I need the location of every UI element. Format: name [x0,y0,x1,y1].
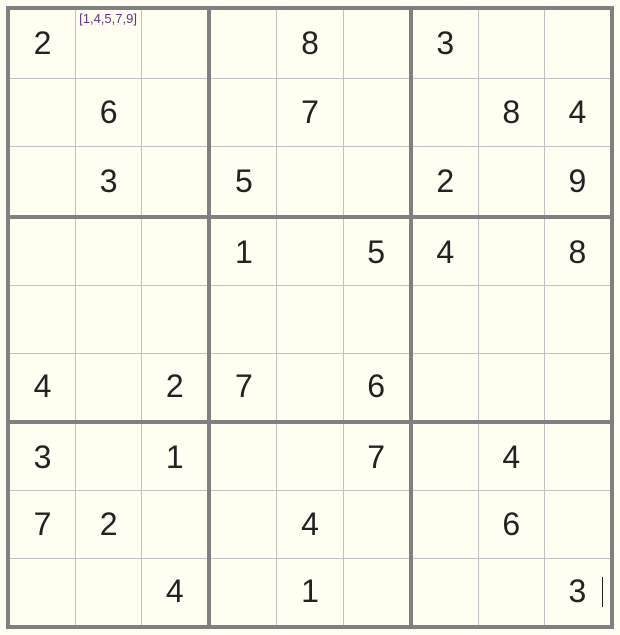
cell-6-1[interactable] [76,424,141,490]
cell-6-6[interactable] [413,424,478,490]
cell-3-3[interactable]: 1 [211,219,276,285]
cell-3-2[interactable] [142,219,207,285]
cell-1-1[interactable]: 6 [76,79,141,147]
cell-6-0[interactable]: 3 [10,424,75,490]
cell-4-5[interactable] [344,286,409,352]
cell-5-5[interactable]: 6 [344,354,409,420]
cell-7-5[interactable] [344,491,409,557]
box-1-2: 4 8 [413,219,610,420]
cell-3-0[interactable] [10,219,75,285]
cell-5-3[interactable]: 7 [211,354,276,420]
cell-4-3[interactable] [211,286,276,352]
cell-8-4[interactable]: 1 [277,559,342,625]
cell-7-1[interactable]: 2 [76,491,141,557]
band-2: 3 1 7 2 4 7 4 1 4 6 [10,424,610,625]
cell-1-8[interactable]: 4 [545,79,610,147]
band-0: 2 [1,4,5,7,9] 6 3 8 7 5 3 8 [10,10,610,215]
cell-3-1[interactable] [76,219,141,285]
cell-1-3[interactable] [211,79,276,147]
cell-3-8[interactable]: 8 [545,219,610,285]
cell-2-4[interactable] [277,147,342,215]
cell-4-2[interactable] [142,286,207,352]
cell-7-0[interactable]: 7 [10,491,75,557]
cell-6-8[interactable] [545,424,610,490]
cell-5-2[interactable]: 2 [142,354,207,420]
cell-4-0[interactable] [10,286,75,352]
cell-2-1[interactable]: 3 [76,147,141,215]
cell-6-7[interactable]: 4 [479,424,544,490]
cell-7-4[interactable]: 4 [277,491,342,557]
cell-7-3[interactable] [211,491,276,557]
cell-0-4[interactable]: 8 [277,10,342,78]
cell-2-2[interactable] [142,147,207,215]
cell-5-1[interactable] [76,354,141,420]
cell-7-6[interactable] [413,491,478,557]
cell-2-7[interactable] [479,147,544,215]
cell-8-2[interactable]: 4 [142,559,207,625]
cell-0-8[interactable] [545,10,610,78]
cell-1-6[interactable] [413,79,478,147]
cell-0-7[interactable] [479,10,544,78]
cell-0-3[interactable] [211,10,276,78]
cell-7-2[interactable] [142,491,207,557]
box-0-0: 2 [1,4,5,7,9] 6 3 [10,10,207,215]
cell-6-2[interactable]: 1 [142,424,207,490]
box-0-2: 3 8 4 2 9 [413,10,610,215]
cell-0-5[interactable] [344,10,409,78]
cell-0-0[interactable]: 2 [10,10,75,78]
cell-0-6[interactable]: 3 [413,10,478,78]
cell-2-8[interactable]: 9 [545,147,610,215]
cell-1-2[interactable] [142,79,207,147]
cell-1-5[interactable] [344,79,409,147]
cell-4-4[interactable] [277,286,342,352]
cell-7-8[interactable] [545,491,610,557]
box-2-0: 3 1 7 2 4 [10,424,207,625]
cell-7-7[interactable]: 6 [479,491,544,557]
box-2-2: 4 6 3 [413,424,610,625]
cell-8-8[interactable]: 3 [545,559,610,625]
cell-3-6[interactable]: 4 [413,219,478,285]
cell-2-3[interactable]: 5 [211,147,276,215]
cell-2-5[interactable] [344,147,409,215]
cell-2-0[interactable] [10,147,75,215]
cell-5-4[interactable] [277,354,342,420]
box-1-1: 1 5 7 6 [211,219,408,420]
cell-8-7[interactable] [479,559,544,625]
cell-3-7[interactable] [479,219,544,285]
cell-4-7[interactable] [479,286,544,352]
cell-5-0[interactable]: 4 [10,354,75,420]
cell-4-1[interactable] [76,286,141,352]
cell-6-3[interactable] [211,424,276,490]
cell-5-8[interactable] [545,354,610,420]
cell-6-5[interactable]: 7 [344,424,409,490]
cell-5-7[interactable] [479,354,544,420]
cell-6-4[interactable] [277,424,342,490]
cell-8-5[interactable] [344,559,409,625]
cell-0-1[interactable]: [1,4,5,7,9] [76,10,141,78]
box-0-1: 8 7 5 [211,10,408,215]
box-1-0: 4 2 [10,219,207,420]
cell-8-6[interactable] [413,559,478,625]
cell-3-5[interactable]: 5 [344,219,409,285]
cell-1-7[interactable]: 8 [479,79,544,147]
cell-4-8[interactable] [545,286,610,352]
cell-0-2[interactable] [142,10,207,78]
band-1: 4 2 1 5 7 6 4 8 [10,219,610,420]
cell-4-6[interactable] [413,286,478,352]
cell-3-4[interactable] [277,219,342,285]
cell-8-3[interactable] [211,559,276,625]
sudoku-grid: 2 [1,4,5,7,9] 6 3 8 7 5 3 8 [6,6,614,629]
box-2-1: 7 4 1 [211,424,408,625]
cell-5-6[interactable] [413,354,478,420]
cell-1-0[interactable] [10,79,75,147]
cell-2-6[interactable]: 2 [413,147,478,215]
cell-8-1[interactable] [76,559,141,625]
cell-1-4[interactable]: 7 [277,79,342,147]
cell-8-0[interactable] [10,559,75,625]
